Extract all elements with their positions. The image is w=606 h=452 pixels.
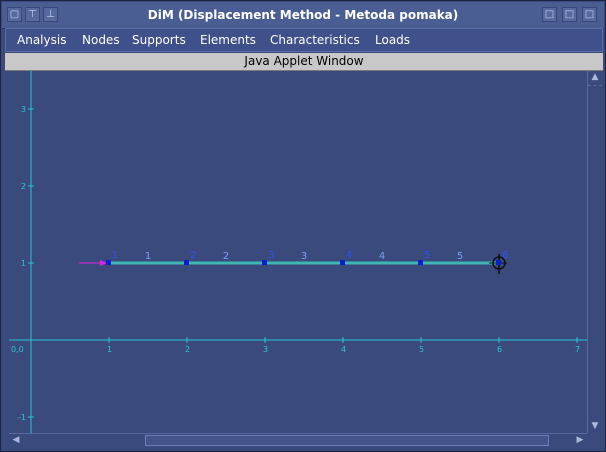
x-tick-label: 3 <box>263 345 268 354</box>
y-tick-label: -1 <box>18 413 26 422</box>
node-marker <box>496 260 501 265</box>
x-tick-label: 5 <box>419 345 424 354</box>
close-icon[interactable]: □ <box>582 7 597 22</box>
scroll-left-icon[interactable]: ◀ <box>9 434 23 447</box>
node-marker <box>340 260 345 265</box>
load-arrow-head <box>100 260 107 266</box>
scrollbar-corner <box>587 433 603 448</box>
node-marker <box>106 260 111 265</box>
applet-window-label: Java Applet Window <box>5 53 603 71</box>
menu-supports[interactable]: Supports <box>132 29 186 51</box>
x-tick-label: 6 <box>497 345 502 354</box>
y-tick-label: 1 <box>21 259 26 268</box>
scroll-down-icon[interactable]: ▼ <box>588 420 602 433</box>
node-label: 1 <box>112 250 118 261</box>
maximize-icon[interactable]: □ <box>562 7 577 22</box>
menu-bar: Analysis Nodes Supports Elements Charact… <box>5 28 603 52</box>
scroll-up-icon[interactable]: ▲ <box>588 71 602 84</box>
minimize-icon[interactable]: □ <box>542 7 557 22</box>
structure-canvas[interactable]: 0,0 1 2 3 4 5 6 7 -1 1 2 3 1 2 3 4 5 1 2 3 4 5 6 <box>9 71 587 433</box>
title-bar[interactable]: ▢ ⊤ ⊥ DiM (Displacement Method - Metoda … <box>2 2 604 29</box>
node-marker <box>184 260 189 265</box>
vertical-scroll-thumb[interactable] <box>588 85 602 89</box>
y-tick-label: 3 <box>21 105 26 114</box>
element-label: 1 <box>145 251 151 262</box>
node-label: 3 <box>268 250 274 261</box>
node-label: 6 <box>502 250 508 261</box>
x-tick-label: 1 <box>107 345 112 354</box>
scroll-right-icon[interactable]: ▶ <box>573 434 587 447</box>
x-tick-label: 0,0 <box>11 345 24 354</box>
window-title: DiM (Displacement Method - Metoda pomaka… <box>147 8 459 22</box>
node-marker <box>262 260 267 265</box>
element-label: 5 <box>457 251 463 262</box>
element-label: 4 <box>379 251 385 262</box>
menu-characteristics[interactable]: Characteristics <box>270 29 360 51</box>
horizontal-scroll-thumb[interactable] <box>145 435 549 446</box>
menu-loads[interactable]: Loads <box>375 29 410 51</box>
app-window: ▢ ⊤ ⊥ DiM (Displacement Method - Metoda … <box>0 0 606 452</box>
element-label: 3 <box>301 251 307 262</box>
menu-analysis[interactable]: Analysis <box>17 29 66 51</box>
menu-nodes[interactable]: Nodes <box>82 29 120 51</box>
horizontal-scrollbar[interactable]: ◀ ▶ <box>9 433 587 448</box>
x-tick-label: 2 <box>185 345 190 354</box>
menu-elements[interactable]: Elements <box>200 29 256 51</box>
x-tick-label: 4 <box>341 345 346 354</box>
node-label: 4 <box>346 250 352 261</box>
element-label: 2 <box>223 251 229 262</box>
node-label: 2 <box>190 250 196 261</box>
y-tick-label: 2 <box>21 182 26 191</box>
vertical-scrollbar[interactable]: ▲ ▼ <box>587 71 603 433</box>
node-label: 5 <box>424 250 430 261</box>
node-marker <box>418 260 423 265</box>
x-tick-label: 7 <box>575 345 580 354</box>
